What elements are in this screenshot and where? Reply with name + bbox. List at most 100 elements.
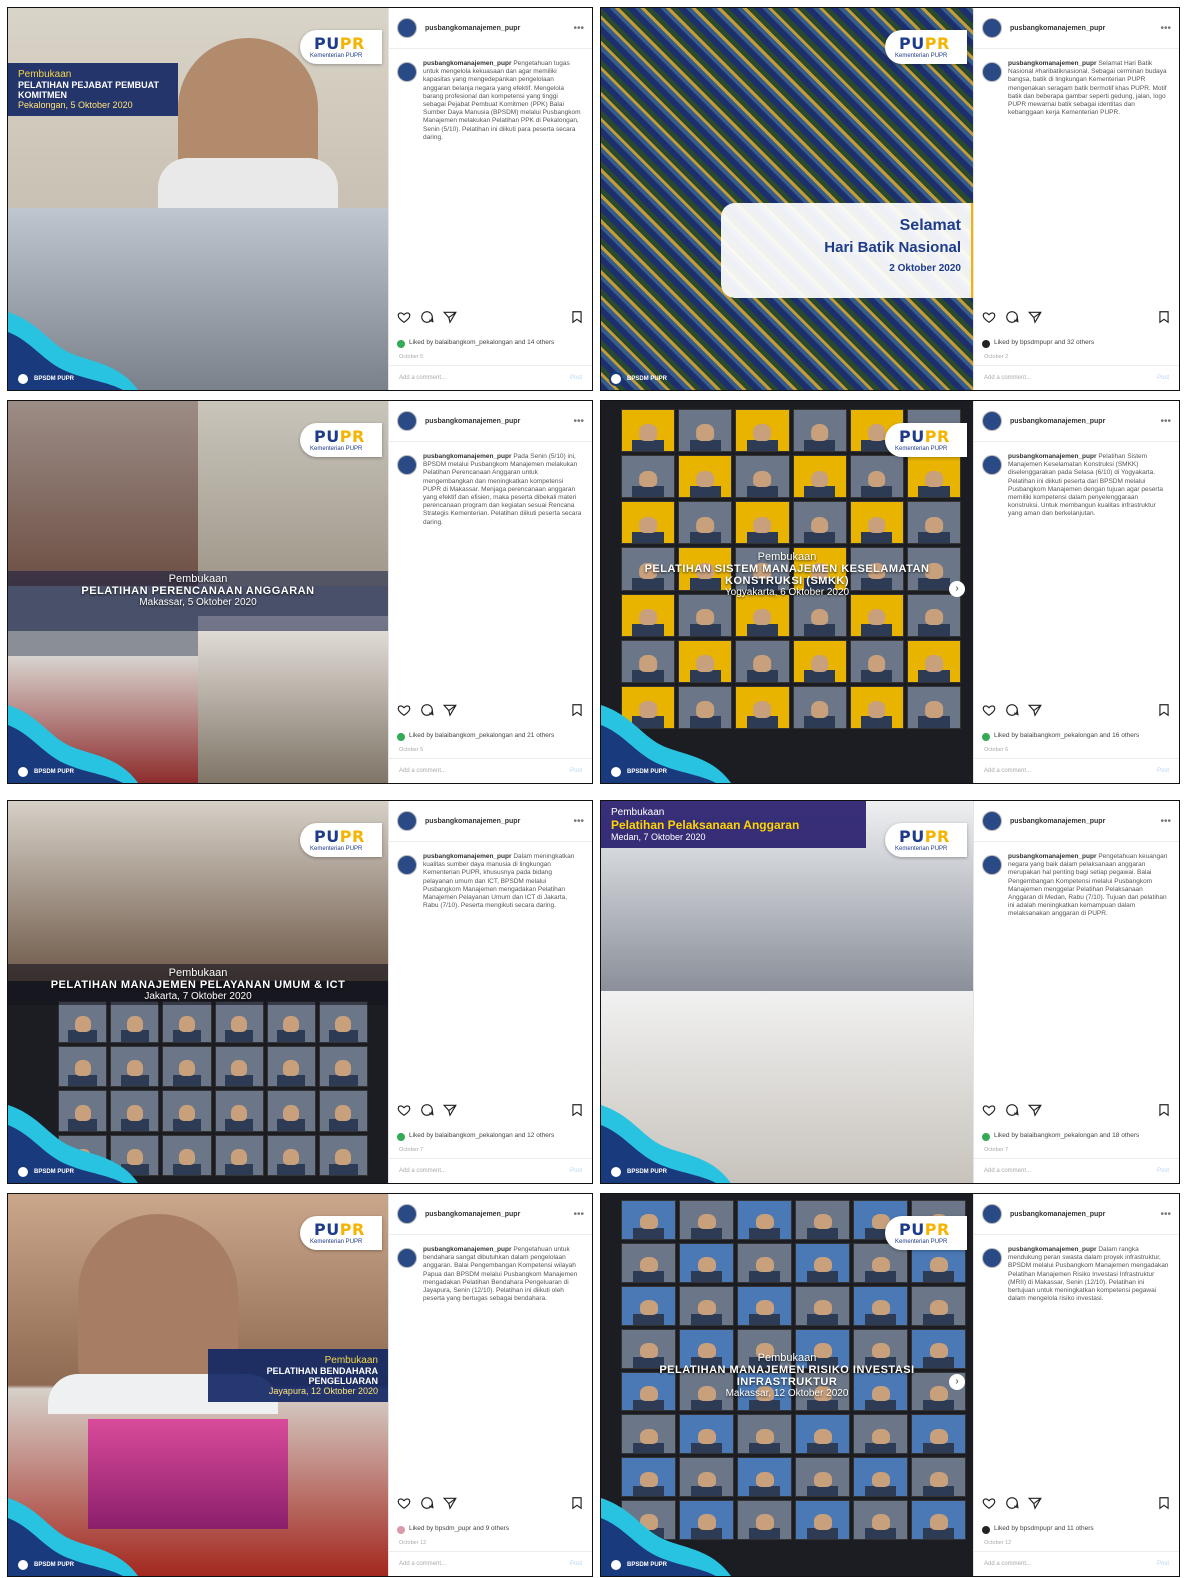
avatar[interactable] [397, 1204, 417, 1224]
post-image[interactable]: Selamat Hari Batik Nasional 2 Oktober 20… [601, 8, 973, 390]
comment-box[interactable]: Add a comment... Post [974, 758, 1179, 783]
more-options-icon[interactable]: ••• [1160, 23, 1171, 34]
more-options-icon[interactable]: ••• [573, 816, 584, 827]
comment-icon[interactable] [420, 310, 434, 324]
comment-box[interactable]: Add a comment... Post [389, 1158, 592, 1183]
share-icon[interactable] [1028, 703, 1042, 717]
like-heart-icon[interactable] [982, 703, 996, 717]
avatar[interactable] [982, 811, 1002, 831]
post-image[interactable]: Pembukaan Pelatihan Pelaksanaan Anggaran… [601, 801, 973, 1183]
account-name[interactable]: pusbangkomanajemen_pupr [425, 25, 520, 32]
avatar[interactable] [397, 411, 417, 431]
avatar[interactable] [982, 411, 1002, 431]
share-icon[interactable] [443, 310, 457, 324]
bookmark-icon[interactable] [1157, 1496, 1171, 1510]
comment-input[interactable]: Add a comment... [399, 1561, 446, 1567]
like-heart-icon[interactable] [982, 310, 996, 324]
post-image[interactable]: Pembukaan PELATIHAN MANAJEMEN PELAYANAN … [8, 801, 388, 1183]
account-name[interactable]: pusbangkomanajemen_pupr [1010, 818, 1105, 825]
post-button[interactable]: Post [1157, 768, 1169, 774]
avatar[interactable] [397, 811, 417, 831]
comment-input[interactable]: Add a comment... [984, 1168, 1031, 1174]
bookmark-icon[interactable] [1157, 703, 1171, 717]
post-button[interactable]: Post [570, 768, 582, 774]
comment-input[interactable]: Add a comment... [984, 375, 1031, 381]
bookmark-icon[interactable] [1157, 310, 1171, 324]
more-options-icon[interactable]: ••• [1160, 416, 1171, 427]
comment-icon[interactable] [420, 1103, 434, 1117]
avatar[interactable] [982, 455, 1002, 475]
post-image[interactable]: Pembukaan PELATIHAN PEJABAT PEMBUAT KOMI… [8, 8, 388, 390]
bookmark-icon[interactable] [570, 703, 584, 717]
likes-line[interactable]: Liked by bpsdm_pupr and 9 others [397, 1525, 584, 1534]
more-options-icon[interactable]: ••• [1160, 816, 1171, 827]
post-button[interactable]: Post [1157, 1168, 1169, 1174]
post-button[interactable]: Post [570, 1168, 582, 1174]
share-icon[interactable] [1028, 1103, 1042, 1117]
account-name[interactable]: pusbangkomanajemen_pupr [1010, 418, 1105, 425]
post-button[interactable]: Post [1157, 1561, 1169, 1567]
like-heart-icon[interactable] [397, 1103, 411, 1117]
likes-line[interactable]: Liked by bpsdmpupr and 11 others [982, 1525, 1171, 1534]
avatar[interactable] [397, 18, 417, 38]
avatar[interactable] [982, 62, 1002, 82]
share-icon[interactable] [443, 1103, 457, 1117]
more-options-icon[interactable]: ••• [1160, 1209, 1171, 1220]
comment-icon[interactable] [1005, 1496, 1019, 1510]
post-image[interactable]: Pembukaan PELATIHAN MANAJEMEN RISIKO INV… [601, 1194, 973, 1576]
avatar[interactable] [397, 1248, 417, 1268]
avatar[interactable] [397, 855, 417, 875]
likes-line[interactable]: Liked by balaibangkom_pekalongan and 16 … [982, 732, 1171, 741]
likes-line[interactable]: Liked by balaibangkom_pekalongan and 21 … [397, 732, 584, 741]
share-icon[interactable] [1028, 310, 1042, 324]
comment-icon[interactable] [1005, 310, 1019, 324]
post-image[interactable]: Pembukaan PELATIHAN SISTEM MANAJEMEN KES… [601, 401, 973, 783]
account-name[interactable]: pusbangkomanajemen_pupr [425, 818, 520, 825]
likes-line[interactable]: Liked by bpsdmpupr and 32 others [982, 339, 1171, 348]
comment-input[interactable]: Add a comment... [984, 768, 1031, 774]
avatar[interactable] [397, 455, 417, 475]
comment-box[interactable]: Add a comment... Post [974, 1551, 1179, 1576]
comment-input[interactable]: Add a comment... [984, 1561, 1031, 1567]
more-options-icon[interactable]: ••• [573, 1209, 584, 1220]
likes-line[interactable]: Liked by balaibangkom_pekalongan and 14 … [397, 339, 584, 348]
like-heart-icon[interactable] [397, 703, 411, 717]
account-name[interactable]: pusbangkomanajemen_pupr [425, 418, 520, 425]
comment-box[interactable]: Add a comment... Post [974, 1158, 1179, 1183]
share-icon[interactable] [443, 703, 457, 717]
avatar[interactable] [982, 18, 1002, 38]
comment-input[interactable]: Add a comment... [399, 1168, 446, 1174]
share-icon[interactable] [443, 1496, 457, 1510]
post-image[interactable]: Pembukaan PELATIHAN PERENCANAAN ANGGARAN… [8, 401, 388, 783]
comment-box[interactable]: Add a comment... Post [389, 365, 592, 390]
comment-box[interactable]: Add a comment... Post [974, 365, 1179, 390]
like-heart-icon[interactable] [982, 1496, 996, 1510]
comment-icon[interactable] [1005, 1103, 1019, 1117]
next-slide-arrow[interactable]: › [949, 1374, 965, 1390]
bookmark-icon[interactable] [570, 1496, 584, 1510]
avatar[interactable] [982, 855, 1002, 875]
like-heart-icon[interactable] [397, 310, 411, 324]
post-button[interactable]: Post [1157, 375, 1169, 381]
bookmark-icon[interactable] [1157, 1103, 1171, 1117]
bookmark-icon[interactable] [570, 310, 584, 324]
next-slide-arrow[interactable]: › [949, 581, 965, 597]
comment-icon[interactable] [420, 1496, 434, 1510]
account-name[interactable]: pusbangkomanajemen_pupr [1010, 25, 1105, 32]
comment-input[interactable]: Add a comment... [399, 768, 446, 774]
account-name[interactable]: pusbangkomanajemen_pupr [1010, 1211, 1105, 1218]
avatar[interactable] [982, 1248, 1002, 1268]
share-icon[interactable] [1028, 1496, 1042, 1510]
likes-line[interactable]: Liked by balaibangkom_pekalongan and 18 … [982, 1132, 1171, 1141]
comment-input[interactable]: Add a comment... [399, 375, 446, 381]
more-options-icon[interactable]: ••• [573, 23, 584, 34]
more-options-icon[interactable]: ••• [573, 416, 584, 427]
account-name[interactable]: pusbangkomanajemen_pupr [425, 1211, 520, 1218]
bookmark-icon[interactable] [570, 1103, 584, 1117]
post-button[interactable]: Post [570, 375, 582, 381]
post-image[interactable]: Pembukaan PELATIHAN BENDAHARA PENGELUARA… [8, 1194, 388, 1576]
comment-box[interactable]: Add a comment... Post [389, 1551, 592, 1576]
avatar[interactable] [397, 62, 417, 82]
like-heart-icon[interactable] [982, 1103, 996, 1117]
post-button[interactable]: Post [570, 1561, 582, 1567]
